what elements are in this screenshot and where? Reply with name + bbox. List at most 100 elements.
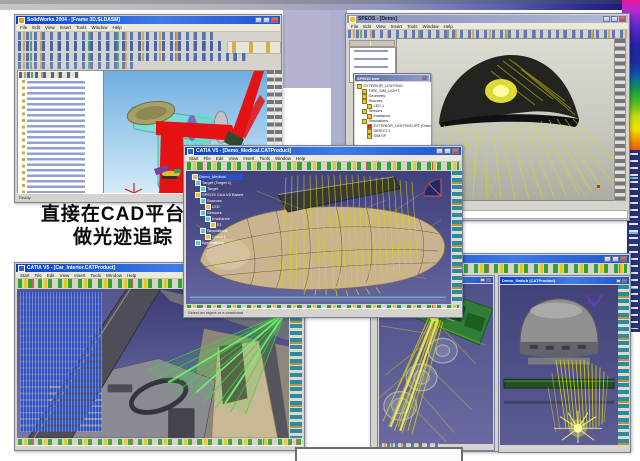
- close-icon[interactable]: [619, 16, 626, 22]
- tree-node-icon: [195, 192, 201, 198]
- speos-titlebar[interactable]: SPEOS - [Demo]: [347, 15, 628, 23]
- speos-window-controls: [603, 16, 626, 22]
- minimize-icon[interactable]: [255, 17, 262, 23]
- menu-view[interactable]: View: [229, 156, 239, 161]
- palette-titlebar[interactable]: SPEOS tree: [355, 75, 429, 81]
- tree-node-icon: [195, 240, 201, 246]
- catia-main-statusbar: Select an object or a command: [185, 308, 461, 316]
- menu-view[interactable]: View: [60, 273, 70, 278]
- tree-node-icon: [205, 204, 211, 210]
- switch-viewport[interactable]: [500, 285, 618, 445]
- palette-close-icon[interactable]: [422, 76, 427, 80]
- catia-main-toolbar[interactable]: [187, 162, 459, 170]
- menu-window[interactable]: Window: [106, 273, 122, 278]
- tree-node-icon: [200, 186, 206, 192]
- menu-help[interactable]: Help: [127, 273, 136, 278]
- solidworks-feature-tree[interactable]: [20, 80, 98, 194]
- menu-file[interactable]: File: [204, 156, 211, 161]
- solidworks-toolbar-features[interactable]: [18, 53, 248, 61]
- solidworks-menubar: File Edit View Insert Tools Window Help: [16, 24, 280, 32]
- solidworks-window-controls: [255, 17, 278, 23]
- menu-edit[interactable]: Edit: [216, 156, 224, 161]
- menu-file[interactable]: File: [351, 24, 358, 29]
- maximize-icon[interactable]: [480, 278, 485, 282]
- compass-icon: [586, 295, 602, 307]
- solidworks-app-icon: [18, 17, 25, 24]
- minimize-icon[interactable]: [604, 256, 611, 262]
- speos-menubar: File Edit View Insert Tools Window Help: [347, 23, 628, 30]
- interior-spec-tree[interactable]: [20, 292, 102, 432]
- palette-title: SPEOS tree: [357, 76, 379, 81]
- menu-help[interactable]: Help: [296, 156, 305, 161]
- interior-window-title: CATIA V5 - [Car_Interior.CATProduct]: [27, 265, 115, 271]
- solidworks-titlebar[interactable]: SolidWorks 2004 - [Frame 3D.SLDASM]: [16, 16, 280, 24]
- menu-window[interactable]: Window: [423, 24, 439, 29]
- speos-toolbar[interactable]: [348, 30, 628, 38]
- catia-main-spec-tree[interactable]: Demo_Medical Target (Target 1) Target SP…: [190, 174, 243, 246]
- menu-tools[interactable]: Tools: [260, 156, 271, 161]
- speos-app-icon: [349, 16, 356, 23]
- maximize-icon[interactable]: [263, 17, 270, 23]
- tree-node-icon: [192, 174, 198, 180]
- close-icon[interactable]: [622, 279, 627, 283]
- close-icon[interactable]: [271, 17, 278, 23]
- menu-insert[interactable]: Insert: [243, 156, 254, 161]
- minimize-icon[interactable]: [603, 16, 610, 22]
- speos-left-tabs[interactable]: [349, 40, 395, 47]
- solidworks-feature-panel: [17, 70, 104, 199]
- menu-view[interactable]: View: [376, 24, 386, 29]
- catia-main-titlebar[interactable]: CATIA V5 - [Demo_Medical.CATProduct]: [185, 147, 461, 155]
- switch-titlebar[interactable]: Demo_Switch (CATProduct): [500, 277, 629, 284]
- tree-item[interactable]: Applications: [195, 240, 243, 246]
- close-icon[interactable]: [486, 278, 491, 282]
- tree-node-icon: [205, 216, 211, 222]
- menu-window[interactable]: Window: [275, 156, 291, 161]
- menu-insert[interactable]: Insert: [391, 24, 402, 29]
- close-icon[interactable]: [452, 148, 459, 154]
- solidworks-toolbar-view[interactable]: [18, 41, 223, 51]
- menu-window[interactable]: Window: [92, 25, 108, 30]
- maximize-icon[interactable]: [444, 148, 451, 154]
- tree-node-icon: [200, 228, 206, 234]
- menu-tools[interactable]: Tools: [91, 273, 102, 278]
- menu-file[interactable]: File: [35, 273, 42, 278]
- menu-edit[interactable]: Edit: [363, 24, 371, 29]
- tree-node-icon: [205, 234, 211, 240]
- catia-main-viewport[interactable]: Demo_Medical Target (Target 1) Target SP…: [186, 171, 451, 304]
- catia-main-right-toolbar[interactable]: [452, 171, 462, 304]
- switch-window-title: Demo_Switch (CATProduct): [502, 278, 555, 283]
- placeholder-box: [295, 447, 463, 461]
- feature-panel-tabs[interactable]: [19, 72, 79, 78]
- tree-node-icon: [367, 134, 372, 139]
- menu-file[interactable]: File: [20, 25, 27, 30]
- menu-start[interactable]: Start: [20, 273, 30, 278]
- maximize-icon[interactable]: [612, 256, 619, 262]
- solidworks-toolbar-standard[interactable]: [18, 32, 218, 40]
- menu-help[interactable]: Help: [113, 25, 122, 30]
- menu-help[interactable]: Help: [444, 24, 453, 29]
- close-icon[interactable]: [620, 256, 627, 262]
- menu-tools[interactable]: Tools: [407, 24, 418, 29]
- menu-tools[interactable]: Tools: [76, 25, 87, 30]
- menu-edit[interactable]: Edit: [47, 273, 55, 278]
- menu-insert[interactable]: Insert: [74, 273, 85, 278]
- switch-right-toolbar[interactable]: [618, 285, 629, 445]
- maximize-icon[interactable]: [616, 279, 621, 283]
- menu-view[interactable]: View: [45, 25, 55, 30]
- minimize-icon[interactable]: [436, 148, 443, 154]
- solidworks-toolbar-sketch[interactable]: [18, 62, 138, 69]
- speos-right-scrollbar[interactable]: [614, 38, 626, 201]
- speos-window-title: SPEOS - [Demo]: [358, 16, 397, 22]
- compass-icon: [421, 175, 447, 199]
- catia-main-window-controls: [436, 148, 459, 154]
- maximize-icon[interactable]: [611, 16, 618, 22]
- menu-insert[interactable]: Insert: [60, 25, 71, 30]
- tree-node-icon: [195, 180, 201, 186]
- switch-dome-scene: [500, 285, 618, 445]
- tree-item[interactable]: SIM.SP: [367, 134, 429, 139]
- menu-edit[interactable]: Edit: [32, 25, 40, 30]
- menu-start[interactable]: Start: [189, 156, 199, 161]
- catia-app-icon: [187, 148, 194, 155]
- catia-main-window: CATIA V5 - [Demo_Medical.CATProduct] Sta…: [183, 145, 463, 318]
- tree-node-icon: [210, 222, 216, 228]
